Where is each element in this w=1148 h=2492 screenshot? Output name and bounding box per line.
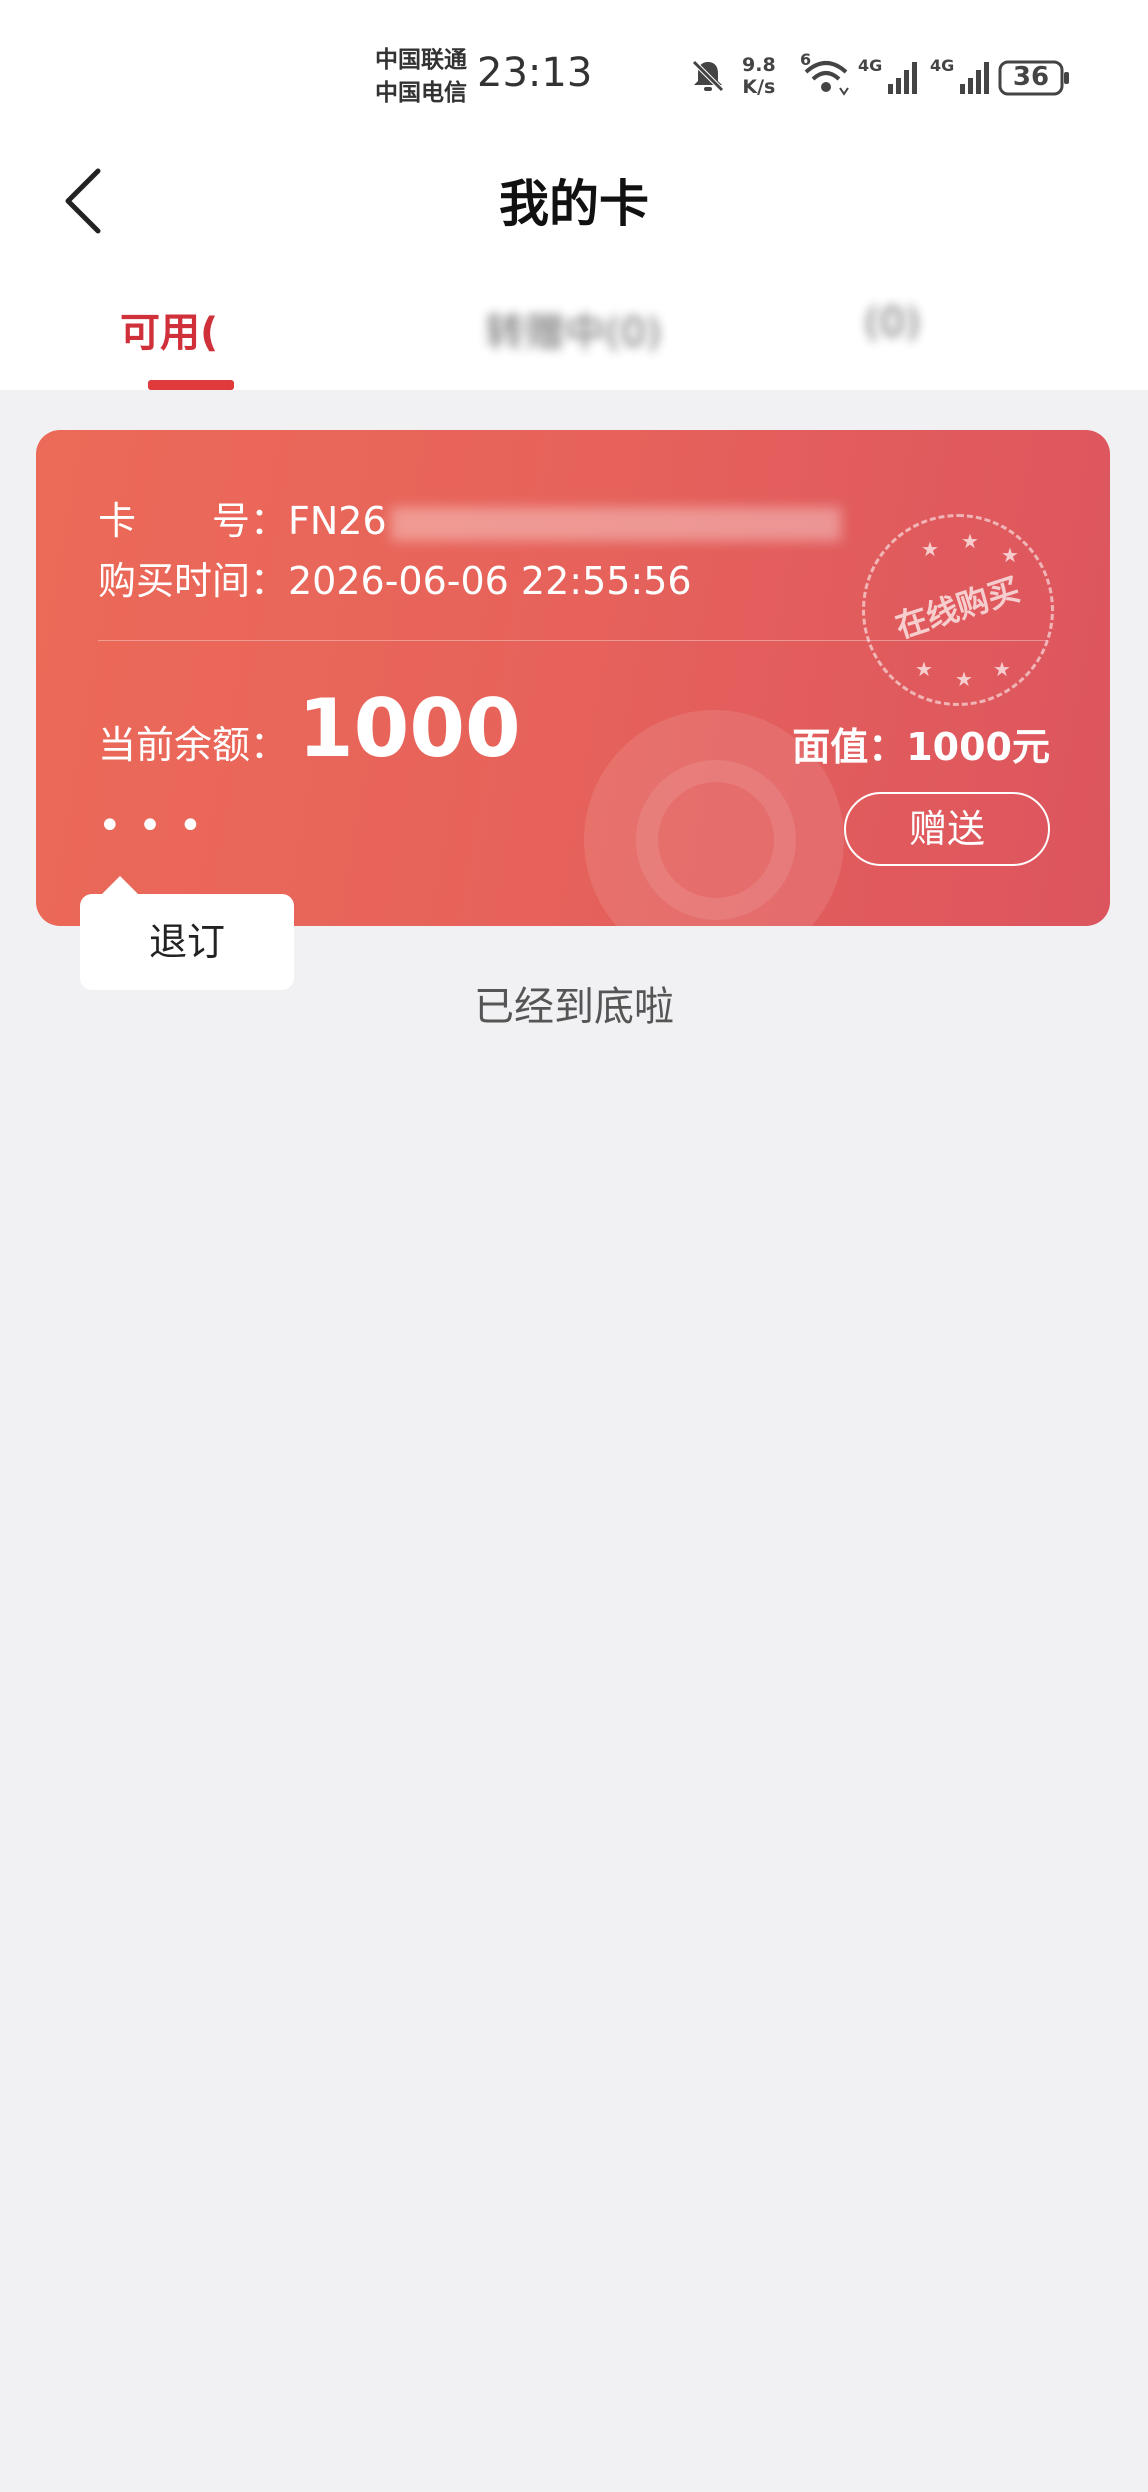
tab-gifting[interactable]: 转赠中(0) — [485, 300, 662, 358]
card-number-row: 卡 号：FN26 — [98, 490, 841, 545]
logo-watermark-ring — [636, 760, 796, 920]
stamp-text: 在线购买 — [890, 570, 1025, 646]
carrier-1: 中国联通 — [375, 47, 467, 73]
card-number-label: 卡 号： — [98, 499, 289, 543]
tab-available-label: 可用( — [120, 310, 219, 356]
signal-icon: 4G — [858, 56, 922, 98]
popup-arrow — [100, 876, 140, 896]
signal-icon: 4G — [930, 56, 994, 98]
face-value: 面值：1000元 — [792, 725, 1050, 769]
gift-button[interactable]: 赠送 — [844, 792, 1050, 866]
list-end-text: 已经到底啦 — [474, 984, 674, 1030]
card-number-redacted — [390, 506, 841, 541]
purchase-time-row: 购买时间：2026-06-06 22:55:56 — [98, 550, 692, 605]
battery-icon: 36 — [998, 60, 1070, 96]
purchase-time-label: 购买时间： — [98, 559, 289, 603]
balance-value: 1000 — [298, 682, 521, 775]
status-time: 23:13 — [477, 50, 593, 96]
page-header: 我的卡 可用( 转赠中(0) (0) — [0, 140, 1148, 390]
card-divider — [98, 640, 1048, 641]
card-number-value: FN26 — [288, 499, 387, 543]
carrier-info: 中国联通 中国电信 — [375, 44, 467, 110]
net-speed: 9.8 K/s — [742, 54, 776, 98]
tab-third[interactable]: (0) — [864, 300, 921, 346]
gift-card[interactable]: ★ ★ ★ ★ ★ ★ 在线购买 卡 号：FN26 购买时间：2026-06-0… — [36, 430, 1110, 926]
more-options-button[interactable]: • • • — [98, 806, 204, 846]
tab-available[interactable]: 可用( — [120, 300, 218, 358]
status-bar: 中国联通 中国电信 23:13 9.8 K/s 6 4G 4G 36 — [0, 0, 1148, 140]
carrier-2: 中国电信 — [375, 80, 467, 106]
purchase-time-value: 2026-06-06 22:55:56 — [288, 559, 692, 603]
net-speed-value: 9.8 — [742, 54, 776, 76]
active-tab-indicator — [148, 380, 234, 390]
balance-label: 当前余额： — [98, 723, 289, 767]
page-title: 我的卡 — [499, 175, 649, 233]
tab-third-label: (0) — [864, 300, 921, 346]
battery-level: 36 — [1012, 62, 1050, 92]
net-speed-unit: K/s — [742, 76, 776, 98]
online-purchase-stamp: ★ ★ ★ ★ ★ ★ 在线购买 — [862, 514, 1054, 706]
bell-muted-icon — [692, 60, 724, 92]
tab-gifting-label: 转赠中(0) — [485, 310, 662, 356]
wifi-icon: 6 — [800, 50, 852, 98]
